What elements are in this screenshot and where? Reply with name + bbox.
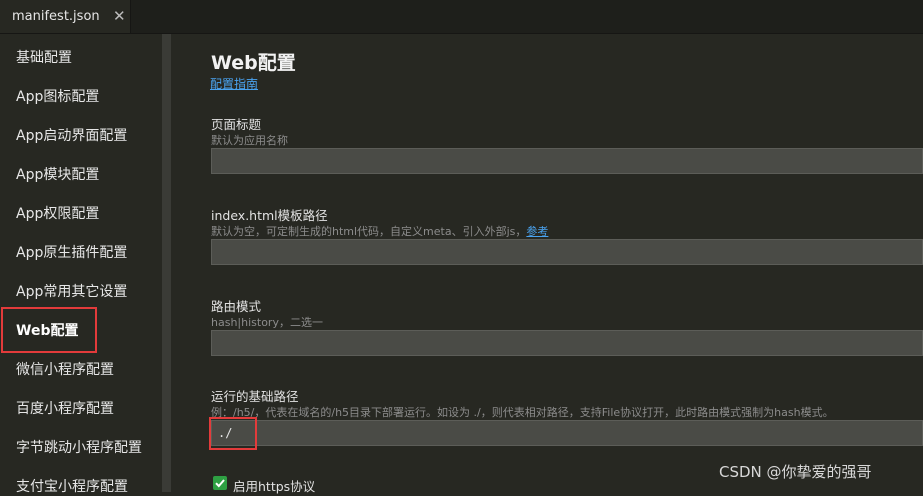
watermark: CSDN @你挚爱的强哥 — [719, 463, 872, 481]
base-path-field-hint: 例：/h5/，代表在域名的/h5目录下部署运行。如设为 ./，则代表相对路径，支… — [211, 406, 834, 419]
sidebar-item-app-permission-config[interactable]: App权限配置 — [16, 203, 99, 223]
reference-link[interactable]: 参考 — [526, 225, 548, 238]
page-title-field-hint: 默认为应用名称 — [211, 134, 288, 147]
sidebar-item-app-splash-config[interactable]: App启动界面配置 — [16, 125, 127, 145]
sidebar-item-alipay-mp-config[interactable]: 支付宝小程序配置 — [16, 476, 128, 496]
base-path-highlight-box — [209, 417, 257, 450]
template-path-field-label: index.html模板路径 — [211, 208, 328, 223]
template-path-field-hint: 默认为空，可定制生成的html代码，自定义meta、引入外部js，参考 — [211, 223, 548, 239]
base-path-input[interactable]: ./ — [211, 420, 923, 446]
check-icon — [215, 479, 225, 488]
sidebar-splitter[interactable] — [162, 34, 171, 492]
router-mode-field-label: 路由模式 — [211, 299, 262, 314]
page-title-input[interactable] — [211, 148, 923, 174]
page-title: Web配置 — [211, 52, 296, 74]
tab-label: manifest.json — [12, 9, 100, 24]
sidebar-item-app-other-settings[interactable]: App常用其它设置 — [16, 281, 127, 301]
https-checkbox[interactable] — [213, 476, 227, 490]
close-icon[interactable]: ✕ — [113, 7, 126, 25]
sidebar: 基础配置 App图标配置 App启动界面配置 App模块配置 App权限配置 A… — [0, 34, 162, 495]
sidebar-item-web-config[interactable]: Web配置 — [16, 320, 78, 340]
sidebar-item-basic-config[interactable]: 基础配置 — [16, 47, 72, 67]
template-path-input[interactable] — [211, 239, 923, 265]
tab-bar: manifest.json ✕ — [0, 0, 923, 34]
sidebar-item-app-icon-config[interactable]: App图标配置 — [16, 86, 99, 106]
base-path-field-label: 运行的基础路径 — [211, 389, 299, 404]
router-mode-field-hint: hash|history，二选一 — [211, 316, 323, 329]
router-mode-input[interactable] — [211, 330, 923, 356]
sidebar-item-app-module-config[interactable]: App模块配置 — [16, 164, 99, 184]
sidebar-item-app-native-plugin-config[interactable]: App原生插件配置 — [16, 242, 127, 262]
tab-manifest-json[interactable]: manifest.json ✕ — [0, 0, 131, 33]
sidebar-item-toutiao-mp-config[interactable]: 字节跳动小程序配置 — [16, 437, 142, 457]
https-checkbox-label: 启用https协议 — [233, 479, 316, 494]
config-guide-link[interactable]: 配置指南 — [210, 75, 258, 92]
page-title-field-label: 页面标题 — [211, 117, 262, 132]
template-path-hint-text: 默认为空，可定制生成的html代码，自定义meta、引入外部js， — [211, 225, 527, 238]
sidebar-item-weixin-mp-config[interactable]: 微信小程序配置 — [16, 359, 114, 379]
sidebar-item-baidu-mp-config[interactable]: 百度小程序配置 — [16, 398, 114, 418]
main-panel: Web配置 配置指南 页面标题 默认为应用名称 index.html模板路径 默… — [171, 34, 923, 494]
